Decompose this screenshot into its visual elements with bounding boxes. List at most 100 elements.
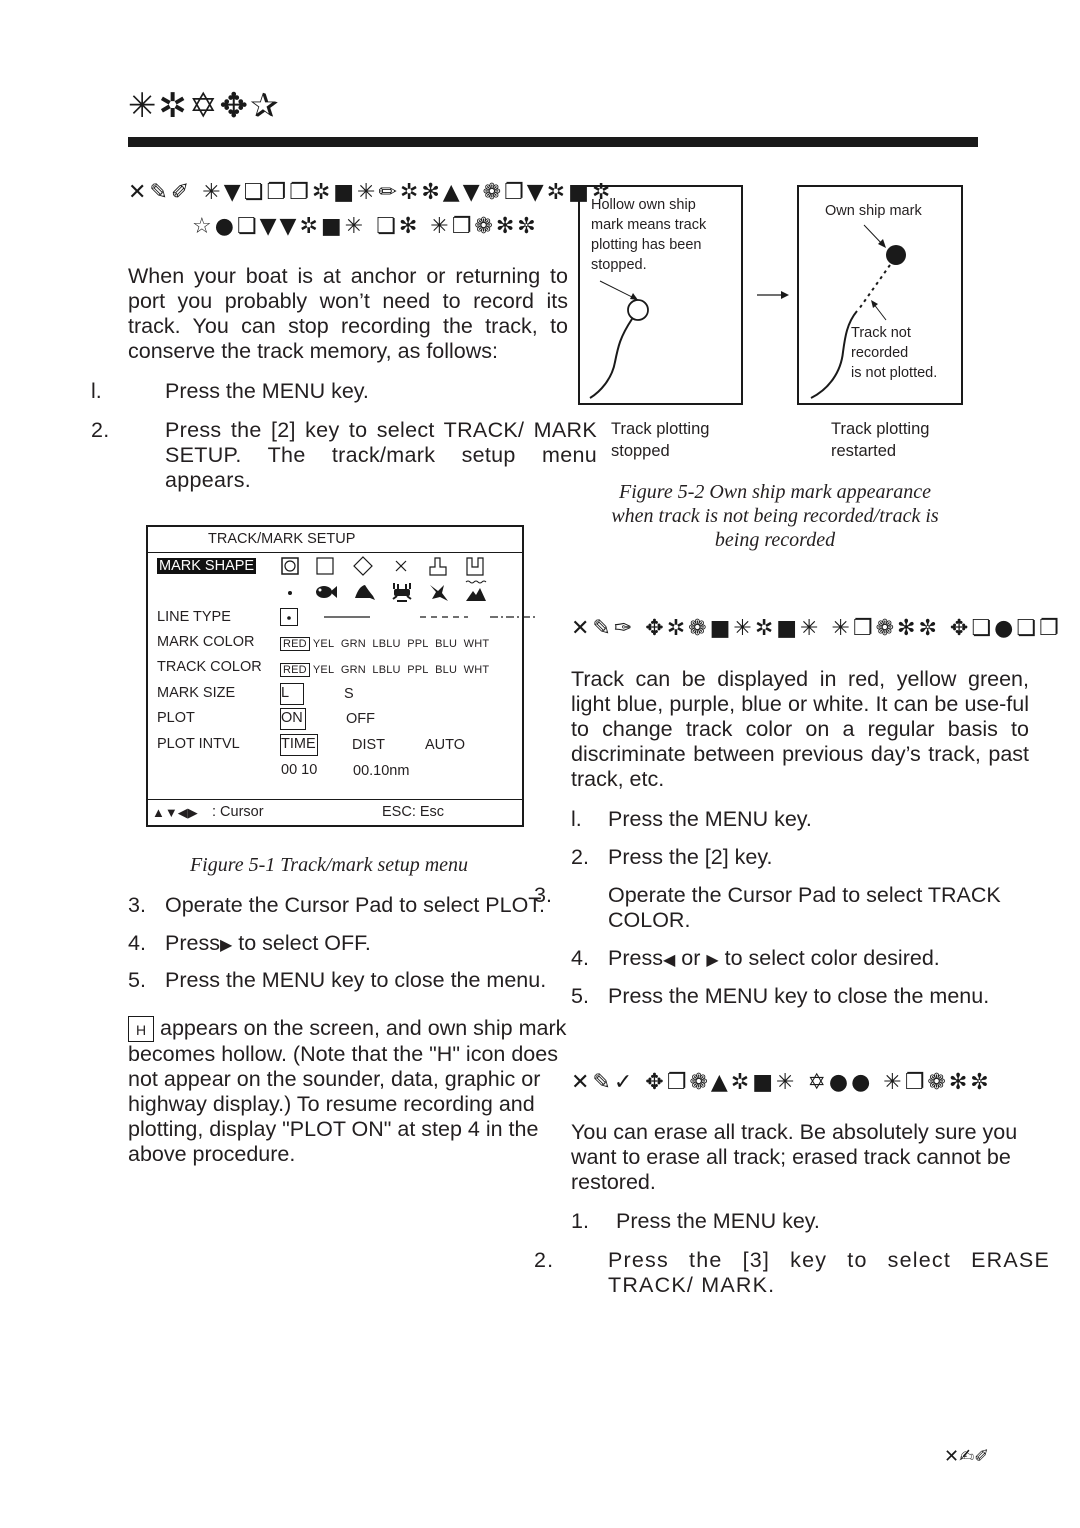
- menu-label: MARK SIZE: [157, 685, 236, 701]
- figure-5-2-panel-restarted: Own ship mark Track not recorded is not …: [797, 185, 963, 405]
- step-number: 4.: [128, 931, 146, 955]
- color-option[interactable]: PPL: [407, 664, 428, 676]
- figure-5-2-caption: Figure 5-2 Own ship mark appearance when…: [560, 480, 990, 552]
- color-option[interactable]: GRN: [341, 664, 366, 676]
- line-type-samples[interactable]: [318, 613, 548, 623]
- menu-label-selected: MARK SHAPE: [157, 558, 257, 574]
- menu-row-plot[interactable]: PLOT: [157, 709, 195, 727]
- menu-title: TRACK/MARK SETUP: [208, 531, 356, 547]
- menu-row-track-color[interactable]: TRACK COLOR: [157, 658, 262, 676]
- menu-title-bar: TRACK/MARK SETUP: [148, 527, 522, 553]
- color-option-selected[interactable]: RED: [280, 637, 310, 651]
- mark-shape-diamond-icon[interactable]: [353, 556, 373, 576]
- cursor-arrows-icon: ▲▼◀▶: [152, 805, 198, 820]
- menu-row-mark-size[interactable]: MARK SIZE: [157, 684, 235, 702]
- footer-cursor-hint: : Cursor: [212, 804, 264, 820]
- step-number: 2.: [534, 1248, 555, 1272]
- footer-esc-hint: ESC: Esc: [382, 804, 445, 820]
- color-step-5: 5. Press the MENU key to close the menu.: [571, 984, 1031, 1009]
- step-text: Press the MENU key.: [616, 1209, 820, 1233]
- mark-size-option-s[interactable]: S: [344, 685, 354, 703]
- menu-row-mark-color[interactable]: MARK COLOR: [157, 633, 255, 651]
- label-line: Track plotting: [611, 420, 710, 438]
- header-rule: [128, 137, 978, 147]
- color-step-3: 3. Operate the Cursor Pad to select TRACK…: [534, 883, 1068, 933]
- plot-intvl-option-dist[interactable]: DIST: [352, 736, 385, 754]
- color-option[interactable]: YEL: [313, 664, 334, 676]
- step-text: Press: [165, 931, 220, 955]
- hollow-mark-note: Happears on the screen, and own ship mar…: [128, 1016, 576, 1167]
- mark-shape-wave-mountain-icon[interactable]: [465, 579, 487, 601]
- color-option[interactable]: PPL: [407, 638, 428, 650]
- line-type-dotted-option[interactable]: [280, 608, 298, 626]
- color-option[interactable]: BLU: [435, 638, 457, 650]
- mark-shape-square-icon[interactable]: [315, 557, 335, 577]
- mark-shape-cross-icon[interactable]: [391, 557, 411, 577]
- step-text: Press the [2] key to select TRACK/ MARK …: [165, 418, 597, 492]
- mark-shape-fish-icon[interactable]: [315, 582, 337, 602]
- menu-row-plot-intvl[interactable]: PLOT INTVL: [157, 735, 240, 753]
- mark-shape-flag-up-icon[interactable]: [428, 557, 448, 577]
- mark-shape-bird-icon[interactable]: [428, 581, 448, 601]
- color-option[interactable]: LBLU: [372, 638, 400, 650]
- step-number: 2.: [571, 845, 589, 869]
- label-line: stopped: [611, 442, 670, 460]
- label-line: Track plotting: [831, 420, 930, 438]
- step-text: to select color desired.: [718, 946, 940, 970]
- plot-intvl-option-auto[interactable]: AUTO: [425, 736, 465, 754]
- hollow-own-ship-mark: [627, 299, 649, 321]
- menu-label: PLOT INTVL: [157, 736, 240, 752]
- section-heading-track-color: ✕✎✑ ✥✲❁■✳✲■✳ ✳❐❁✻✼ ✥❏●❏❐: [571, 616, 1062, 641]
- mark-shape-whale-icon[interactable]: [353, 582, 375, 602]
- step-text: Press the MENU key.: [165, 379, 369, 403]
- menu-row-line-type[interactable]: LINE TYPE: [157, 608, 231, 626]
- color-option[interactable]: BLU: [435, 664, 457, 676]
- figure-5-2-panel-stopped: Hollow own ship mark means track plottin…: [578, 185, 743, 405]
- step-1: l. Press the MENU key.: [91, 379, 605, 404]
- stop-recording-intro: When your boat is at anchor or returning…: [128, 264, 568, 363]
- color-option[interactable]: GRN: [341, 638, 366, 650]
- step-text: Press the MENU key to close the menu.: [165, 968, 547, 992]
- plot-intvl-dist-value[interactable]: 00.10nm: [353, 762, 409, 780]
- track-color-options[interactable]: RED YEL GRN LBLU PPL BLU WHT: [280, 661, 489, 679]
- menu-label: MARK COLOR: [157, 634, 255, 650]
- color-option-selected[interactable]: RED: [280, 663, 310, 677]
- chapter-title: ✳✲✡✥✰: [128, 86, 281, 126]
- step-number: 5.: [128, 968, 146, 992]
- option-text: L: [281, 685, 290, 701]
- step-text: to select OFF.: [232, 931, 371, 955]
- h-indicator-icon: H: [128, 1016, 154, 1043]
- plot-intvl-option-time[interactable]: TIME: [280, 734, 318, 756]
- color-option[interactable]: LBLU: [372, 664, 400, 676]
- step-text: Press the MENU key to close the menu.: [608, 984, 990, 1008]
- mark-size-option-l[interactable]: L: [280, 683, 304, 705]
- restarted-track-drawing: [810, 224, 906, 399]
- mark-shape-crab-icon[interactable]: [391, 581, 412, 602]
- color-option[interactable]: WHT: [464, 664, 490, 676]
- plot-option-off[interactable]: OFF: [346, 710, 375, 728]
- track-line: [810, 310, 858, 399]
- step-text: Press the MENU key.: [608, 807, 812, 831]
- mark-shape-flag-down-icon[interactable]: [465, 557, 485, 577]
- color-option[interactable]: WHT: [464, 638, 490, 650]
- section-heading-stop-recording-line2: ☆●❏▼▼✲■✳ ❏✻ ✳❐❁✻✼: [192, 214, 539, 239]
- solid-own-ship-mark: [886, 245, 906, 265]
- section-heading-erase-track: ✕✎✓ ✥❐❁▲✲■✳ ✡●● ✳❐❁✻✼: [571, 1070, 992, 1095]
- step-number: l.: [91, 379, 102, 403]
- caption-line: when track is not being recorded/track i…: [611, 505, 939, 527]
- option-text: TIME: [281, 736, 316, 752]
- option-text: ON: [281, 710, 303, 726]
- mark-color-options[interactable]: RED YEL GRN LBLU PPL BLU WHT: [280, 635, 489, 653]
- color-option[interactable]: YEL: [313, 638, 334, 650]
- menu-row-mark-shape[interactable]: MARK SHAPE: [157, 557, 257, 575]
- figure-5-1-caption: Figure 5-1 Track/mark setup menu: [189, 854, 469, 876]
- step-text: Press the [2] key.: [608, 845, 773, 869]
- mark-shape-dot-icon[interactable]: [280, 583, 300, 603]
- step-number: 3.: [534, 883, 552, 907]
- erase-step-2: 2. Press the [3] key to select ERASE TRAC…: [534, 1248, 1050, 1298]
- step-5: 5. Press the MENU key to close the menu.: [128, 968, 578, 993]
- track-line: [589, 318, 633, 399]
- plot-intvl-time-value[interactable]: 00 10: [281, 761, 317, 779]
- mark-shape-circle-in-square-icon[interactable]: [280, 557, 300, 577]
- plot-option-on[interactable]: ON: [280, 708, 306, 730]
